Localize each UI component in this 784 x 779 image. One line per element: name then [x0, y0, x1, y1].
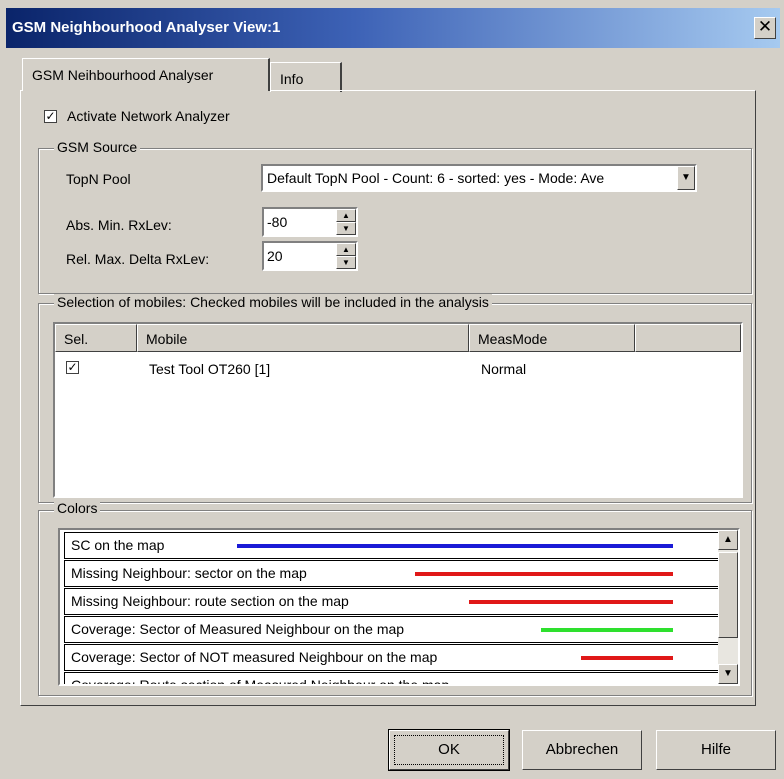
- column-header-sel[interactable]: Sel.: [55, 324, 137, 352]
- ok-button[interactable]: OK: [388, 729, 510, 771]
- abs-min-rxlev-spinner[interactable]: -80 ▲ ▼: [262, 207, 358, 237]
- focus-ring: [394, 735, 504, 765]
- color-item-coverage-measured[interactable]: Coverage: Sector of Measured Neighbour o…: [64, 616, 720, 643]
- spin-down-icon[interactable]: ▼: [336, 256, 356, 269]
- color-swatch-line: [541, 628, 673, 632]
- rel-max-delta-rxlev-value: 20: [267, 248, 283, 264]
- color-swatch-line: [237, 544, 673, 548]
- color-item-coverage-route[interactable]: Coverage: Route section of Measured Neig…: [64, 672, 720, 686]
- tab-label: GSM Neihbourhood Analyser: [32, 67, 214, 83]
- color-item-sc-map[interactable]: SC on the map: [64, 532, 720, 559]
- activate-label: Activate Network Analyzer: [67, 108, 230, 124]
- topn-pool-value: Default TopN Pool - Count: 6 - sorted: y…: [267, 170, 605, 186]
- column-header-mobile[interactable]: Mobile: [137, 324, 469, 352]
- gsm-source-legend: GSM Source: [54, 139, 141, 155]
- color-swatch-line: [601, 684, 673, 686]
- tab-label: Info: [280, 71, 304, 87]
- mobile-select-checkbox[interactable]: ✓: [66, 361, 79, 374]
- colors-legend: Colors: [54, 500, 101, 516]
- abs-min-rxlev-value: -80: [267, 214, 288, 230]
- scroll-down-icon[interactable]: ▼: [718, 664, 738, 684]
- activate-checkbox[interactable]: ✓: [44, 110, 57, 123]
- spin-up-icon[interactable]: ▲: [336, 243, 356, 256]
- window-title: GSM Neighbourhood Analyser View:1: [12, 19, 281, 36]
- cancel-button[interactable]: Abbrechen: [522, 730, 642, 770]
- colors-list[interactable]: SC on the map Missing Neighbour: sector …: [58, 528, 740, 686]
- mobile-measmode: Normal: [481, 361, 527, 377]
- abs-min-rxlev-label: Abs. Min. RxLev:: [66, 217, 172, 233]
- help-button[interactable]: Hilfe: [656, 730, 776, 770]
- scroll-up-icon[interactable]: ▲: [718, 530, 738, 550]
- rel-max-delta-rxlev-label: Rel. Max. Delta RxLev:: [66, 251, 210, 267]
- title-bar[interactable]: GSM Neighbourhood Analyser View:1 ✕: [6, 8, 780, 48]
- mobiles-list[interactable]: Sel. Mobile MeasMode ✓ Test Tool OT260 […: [53, 322, 743, 498]
- topn-pool-label: TopN Pool: [66, 171, 131, 187]
- tab-info[interactable]: Info: [270, 62, 342, 92]
- color-swatch-line: [581, 656, 673, 660]
- topn-pool-select[interactable]: Default TopN Pool - Count: 6 - sorted: y…: [261, 164, 697, 192]
- rel-max-delta-rxlev-spinner[interactable]: 20 ▲ ▼: [262, 241, 358, 271]
- column-header-measmode[interactable]: MeasMode: [469, 324, 635, 352]
- dialog-window: GSM Neighbourhood Analyser View:1 ✕ GSM …: [0, 0, 784, 779]
- scrollbar-thumb[interactable]: [718, 552, 738, 638]
- mobile-name: Test Tool OT260 [1]: [149, 361, 271, 377]
- close-button[interactable]: ✕: [754, 17, 776, 39]
- column-header-empty: [635, 324, 741, 352]
- colors-scrollbar[interactable]: ▲ ▼: [718, 530, 738, 684]
- spin-down-icon[interactable]: ▼: [336, 222, 356, 235]
- color-item-missing-sector[interactable]: Missing Neighbour: sector on the map: [64, 560, 720, 587]
- tab-gsm-neighbourhood-analyser[interactable]: GSM Neihbourhood Analyser: [22, 58, 270, 91]
- dropdown-arrow-icon[interactable]: ▼: [677, 166, 695, 190]
- color-item-coverage-not-measured[interactable]: Coverage: Sector of NOT measured Neighbo…: [64, 644, 720, 671]
- color-swatch-line: [469, 600, 673, 604]
- spin-up-icon[interactable]: ▲: [336, 209, 356, 222]
- mobiles-legend: Selection of mobiles: Checked mobiles wi…: [54, 294, 492, 310]
- color-item-missing-route[interactable]: Missing Neighbour: route section on the …: [64, 588, 720, 615]
- color-swatch-line: [415, 572, 673, 576]
